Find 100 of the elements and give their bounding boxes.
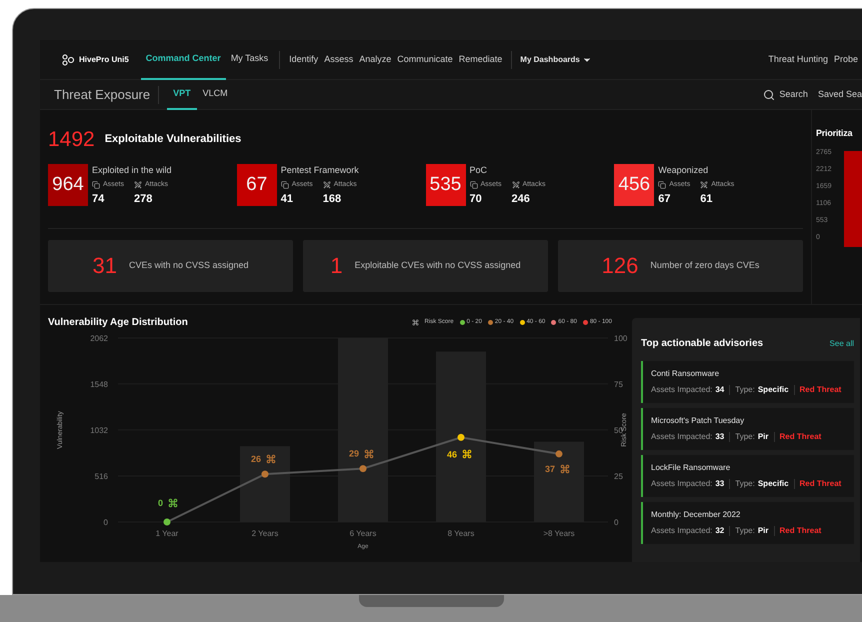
y-axis-label: 50 [614, 426, 623, 435]
advisory-title: Microsoft's Patch Tuesday [651, 415, 746, 427]
threat-label: Red Threat [800, 478, 842, 490]
y-axis-label: 2062 [90, 334, 108, 343]
search-button[interactable]: Search [763, 88, 808, 102]
x-axis-label: 8 Years [448, 529, 474, 538]
card-label: Pentest Framework [280, 164, 359, 177]
saved-searches-link[interactable]: Saved Sea [818, 88, 862, 102]
stat-value: 126 [602, 252, 638, 280]
card-label: Exploited in the wild [92, 164, 172, 177]
risk-point [262, 470, 268, 478]
x-axis-label: 6 Years [350, 529, 376, 538]
command-icon [412, 319, 419, 326]
type-value: Specific [758, 478, 789, 490]
advisory-title: LockFile Ransomware [651, 462, 732, 474]
advisory-card[interactable]: Conti Ransomware Assets Impacted: 34 Type: Specific Red Threat [641, 361, 854, 403]
assets-label: Assets Impacted: [651, 525, 712, 537]
nav-tab[interactable]: VLCM [196, 80, 234, 110]
panel-title: Top actionable advisories [641, 337, 764, 351]
advisory-card[interactable]: LockFile Ransomware Assets Impacted: 33 Type: Specific Red Threat [641, 455, 854, 497]
section-title: Exploitable Vulnerabilities [104, 132, 242, 148]
assets-count: 33 [715, 478, 724, 490]
swords-icon [700, 180, 708, 189]
type-value: Pir [758, 525, 769, 537]
panel-title: Prioritiza [816, 127, 852, 140]
module-link[interactable]: Analyze [356, 52, 394, 66]
y-axis-label: 0 [104, 518, 108, 527]
count-tile: 964 [48, 164, 88, 206]
x-axis-label: 2 Years [252, 529, 278, 538]
module-link[interactable]: Remediate [456, 52, 506, 66]
type-label: Type: [735, 525, 755, 537]
y-axis-label: 100 [614, 334, 628, 343]
assets-count: 70 [470, 192, 483, 207]
advisory-title: Conti Ransomware [651, 368, 720, 380]
assets-count: 32 [715, 525, 724, 537]
risk-point [360, 465, 366, 472]
x-axis-label: >8 Years [543, 529, 575, 538]
data-label: 46 [446, 449, 457, 460]
type-label: Type: [735, 478, 755, 490]
card-label: PoC [470, 164, 488, 177]
y-axis-label: 1032 [90, 426, 108, 435]
logo-icon [62, 54, 75, 66]
type-label: Type: [735, 384, 755, 396]
assets-label: Assets Impacted: [651, 384, 712, 396]
type-label: Type: [735, 431, 755, 443]
module-link[interactable]: Communicate [394, 52, 456, 66]
see-all-link[interactable]: See all [830, 338, 854, 350]
count-tile: 535 [426, 164, 466, 206]
total-count: 1492 [48, 129, 95, 150]
module-link[interactable]: Identify [286, 52, 322, 66]
stat-label: CVEs with no CVSS assigned [128, 258, 249, 272]
assets-count: 74 [92, 192, 106, 207]
y-axis-label: 1548 [90, 380, 108, 389]
copy-icon [92, 180, 100, 189]
command-icon [168, 498, 178, 508]
assets-count: 67 [658, 192, 672, 207]
chart-title: Vulnerability Age Distribution [48, 316, 188, 330]
module-link[interactable]: Assess [321, 52, 356, 66]
stat-value: 1 [330, 252, 343, 280]
threat-label: Red Threat [800, 384, 842, 396]
nav-link[interactable]: Probe [834, 52, 858, 66]
assets-count: 33 [715, 431, 724, 443]
assets-label: Assets Impacted: [651, 431, 712, 443]
nav-link[interactable]: Threat Hunting [768, 52, 828, 66]
risk-point [164, 518, 170, 526]
type-value: Specific [758, 384, 789, 396]
advisory-card[interactable]: Monthly: December 2022 Assets Impacted: 32 Type: Pir Red Threat [641, 502, 854, 544]
search-icon [763, 88, 776, 100]
copy-icon [470, 180, 478, 189]
y-axis-label: 516 [94, 472, 108, 481]
stat-value: 31 [92, 252, 117, 280]
data-label: 29 [348, 448, 359, 459]
command-icon [462, 449, 472, 460]
copy-icon [280, 180, 289, 189]
threat-label: Red Threat [780, 525, 822, 537]
swords-icon [322, 180, 331, 189]
data-label: 26 [250, 454, 261, 464]
y-axis-label: 0 [614, 518, 618, 527]
advisory-card[interactable]: Microsoft's Patch Tuesday Assets Impacted: 33 Type: Pir Red Threat [641, 408, 854, 450]
command-icon [560, 464, 570, 474]
page-title: Threat Exposure [54, 86, 150, 104]
risk-point [556, 450, 562, 458]
attacks-count: 61 [700, 192, 712, 207]
attacks-count: 168 [322, 192, 342, 207]
brand-name: HivePro Uni5 [79, 54, 129, 66]
assets-count: 34 [715, 384, 724, 396]
type-value: Pir [758, 431, 769, 443]
count-tile: 456 [614, 164, 654, 206]
threat-label: Red Threat [780, 431, 822, 443]
attacks-count: 246 [512, 192, 530, 207]
nav-tab[interactable]: VPT [167, 80, 197, 110]
dashboards-dropdown[interactable]: My Dashboards [518, 54, 594, 66]
nav-tab[interactable]: My Tasks [226, 40, 274, 80]
stat-label: Exploitable CVEs with no CVSS assigned [354, 258, 521, 272]
copy-icon [658, 180, 666, 189]
attacks-count: 278 [134, 192, 152, 207]
command-icon [364, 448, 374, 459]
risk-point [458, 434, 464, 441]
data-label: 0 [158, 498, 163, 508]
assets-count: 41 [280, 192, 294, 207]
